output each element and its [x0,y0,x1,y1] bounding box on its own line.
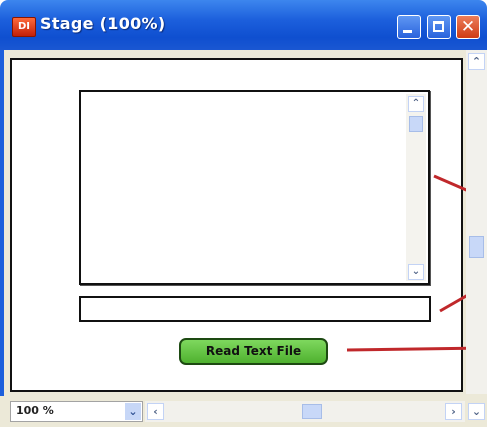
scroll-left-arrow-icon[interactable]: ‹ [147,403,164,420]
chevron-down-icon[interactable]: ⌄ [125,403,141,420]
zoom-value: 100 % [16,404,54,417]
status-bar: 100 % ⌄ ‹ › [0,396,487,427]
stage-window: DI Stage (100%) ✕ ⌃ ⌄ Read Text File ⌃ 1… [0,0,487,427]
stage-horizontal-scrollbar[interactable]: ‹ › [145,401,465,422]
horizontal-scroll-thumb[interactable] [302,404,322,419]
scroll-right-arrow-icon[interactable]: › [445,403,462,420]
stage-vertical-scrollbar[interactable]: ⌃ [466,50,487,394]
callout-lines [346,174,487,352]
vertical-scroll-thumb[interactable] [469,236,484,258]
scrollbar-corner: ⌄ [466,396,487,427]
scroll-down-arrow-icon[interactable]: ⌄ [468,403,485,420]
scroll-up-arrow-icon[interactable]: ⌃ [468,53,485,70]
zoom-dropdown[interactable]: 100 % ⌄ [10,401,143,422]
